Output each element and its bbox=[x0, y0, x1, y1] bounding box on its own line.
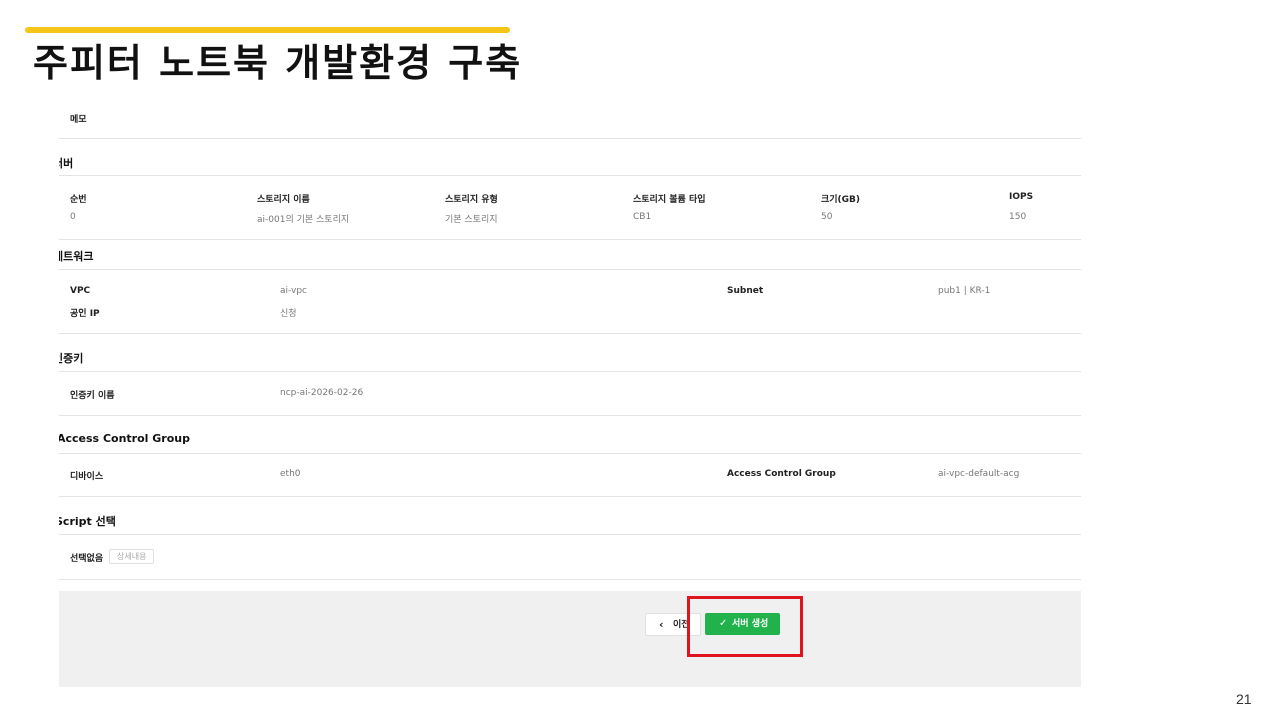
cell-index: 0 bbox=[70, 212, 76, 222]
subnet-label: Subnet bbox=[727, 286, 764, 296]
divider bbox=[59, 453, 1081, 454]
memo-label: 메모 bbox=[70, 115, 87, 125]
divider bbox=[59, 496, 1081, 497]
device-value: eth0 bbox=[280, 469, 301, 479]
slide-title: 주피터 노트북 개발환경 구축 bbox=[33, 41, 523, 85]
cell-storage-type: 기본 스토리지 bbox=[445, 215, 498, 225]
server-summary-panel: 메모 서버 순번 스토리지 이름 스토리지 유형 스토리지 볼륨 타입 크기(G… bbox=[59, 98, 1081, 687]
acg-value: ai-vpc-default-acg bbox=[938, 469, 1020, 479]
col-header-iops: IOPS bbox=[1009, 192, 1034, 202]
acg-section-title: Access Control Group bbox=[59, 432, 190, 445]
divider bbox=[59, 415, 1081, 416]
page-number: 21 bbox=[1236, 691, 1252, 707]
title-accent-bar bbox=[25, 27, 510, 33]
cell-storage-name: ai-001의 기본 스토리지 bbox=[257, 215, 350, 225]
col-header-volume-type: 스토리지 볼륨 타입 bbox=[633, 195, 706, 205]
acg-label: Access Control Group bbox=[727, 469, 836, 479]
divider bbox=[59, 175, 1081, 176]
server-section-title: 서버 bbox=[59, 157, 74, 170]
divider bbox=[59, 269, 1081, 270]
divider bbox=[59, 371, 1081, 372]
cell-volume-type: CB1 bbox=[633, 212, 652, 222]
cell-size: 50 bbox=[821, 212, 833, 222]
divider bbox=[59, 534, 1081, 535]
divider bbox=[59, 333, 1081, 334]
highlight-box bbox=[687, 596, 803, 657]
script-selection-label: 선택없음 bbox=[70, 554, 104, 564]
script-detail-button[interactable]: 상세내용 bbox=[109, 549, 155, 564]
vpc-label: VPC bbox=[70, 286, 91, 296]
public-ip-label: 공인 IP bbox=[70, 309, 100, 319]
device-label: 디바이스 bbox=[70, 472, 104, 482]
col-header-storage-type: 스토리지 유형 bbox=[445, 195, 498, 205]
vpc-value: ai-vpc bbox=[280, 286, 308, 296]
public-ip-value: 신청 bbox=[280, 309, 297, 319]
auth-key-section-title: 인증키 bbox=[59, 352, 84, 365]
auth-key-name-label: 인증키 이름 bbox=[70, 391, 115, 401]
col-header-size: 크기(GB) bbox=[821, 195, 861, 205]
script-section-title: Script 선택 bbox=[59, 515, 116, 528]
auth-key-name-value: ncp-ai-2026-02-26 bbox=[280, 388, 364, 398]
chevron-left-icon: ‹ bbox=[659, 618, 664, 631]
action-footer: ‹ 이전 ✓ 서버 생성 bbox=[59, 591, 1081, 687]
network-section-title: 네트워크 bbox=[59, 250, 94, 263]
cell-iops: 150 bbox=[1009, 212, 1027, 222]
subnet-value: pub1 | KR-1 bbox=[938, 286, 991, 296]
divider bbox=[59, 239, 1081, 240]
divider bbox=[59, 138, 1081, 139]
col-header-storage-name: 스토리지 이름 bbox=[257, 195, 310, 205]
col-header-index: 순번 bbox=[70, 195, 87, 205]
divider bbox=[59, 579, 1081, 580]
